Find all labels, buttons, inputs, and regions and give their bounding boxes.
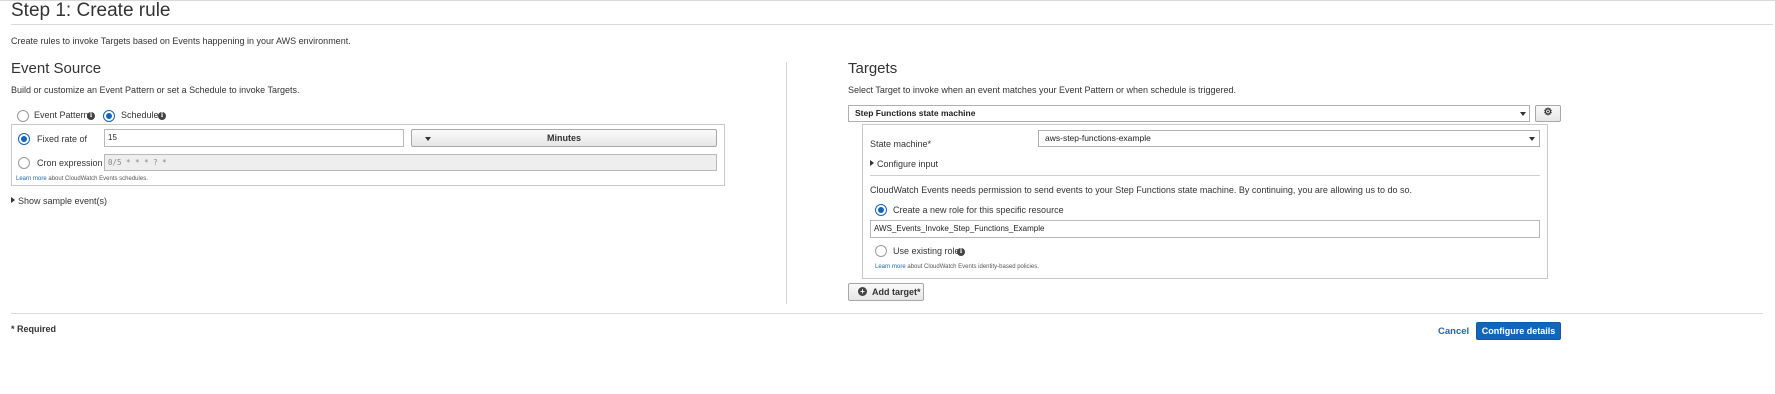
state-machine-label: State machine* bbox=[870, 139, 932, 149]
use-existing-role-info-icon[interactable]: i bbox=[957, 248, 965, 256]
add-target-button[interactable]: + Add target* bbox=[848, 283, 924, 301]
event-source-description: Build or customize an Event Pattern or s… bbox=[11, 85, 300, 95]
caret-down-icon bbox=[1529, 137, 1535, 141]
configure-input-label: Configure input bbox=[877, 159, 939, 169]
target-settings-button[interactable]: ⚙ bbox=[1535, 105, 1561, 122]
permission-text: CloudWatch Events needs permission to se… bbox=[870, 185, 1412, 195]
target-type-value: Step Functions state machine bbox=[855, 108, 976, 118]
fixed-rate-label[interactable]: Fixed rate of bbox=[37, 134, 87, 144]
policies-learn-more: Learn more about CloudWatch Events ident… bbox=[875, 264, 1039, 270]
top-border bbox=[0, 0, 1775, 1]
state-machine-value: aws-step-functions-example bbox=[1045, 133, 1151, 143]
configure-input-toggle[interactable]: Configure input bbox=[870, 159, 938, 169]
page-description: Create rules to invoke Targets based on … bbox=[11, 36, 351, 46]
cron-expression-input[interactable]: 0/5 * * * ? * bbox=[104, 154, 717, 171]
schedules-learn-more-text: about CloudWatch Events schedules. bbox=[48, 176, 148, 182]
page-title: Step 1: Create rule bbox=[11, 0, 171, 21]
show-sample-events-label: Show sample event(s) bbox=[18, 196, 108, 206]
gear-icon: ⚙ bbox=[1543, 107, 1553, 118]
policies-learn-more-link[interactable]: Learn more bbox=[875, 264, 906, 270]
state-machine-select[interactable]: aws-step-functions-example bbox=[1038, 130, 1540, 147]
caret-right-icon bbox=[870, 160, 874, 166]
targets-heading: Targets bbox=[848, 60, 898, 77]
caret-down-icon bbox=[1520, 112, 1526, 116]
cancel-button[interactable]: Cancel bbox=[1438, 326, 1469, 337]
schedules-learn-more-link[interactable]: Learn more bbox=[16, 176, 47, 182]
title-divider bbox=[11, 24, 1773, 25]
cron-expression-radio[interactable] bbox=[18, 157, 30, 169]
use-existing-role-radio[interactable] bbox=[875, 245, 887, 257]
footer-divider bbox=[11, 313, 1763, 314]
role-name-input[interactable]: AWS_Events_Invoke_Step_Functions_Example bbox=[870, 220, 1540, 238]
event-source-heading: Event Source bbox=[11, 60, 102, 77]
show-sample-events-toggle[interactable]: Show sample event(s) bbox=[11, 196, 107, 206]
configure-details-button[interactable]: Configure details bbox=[1476, 322, 1561, 340]
fixed-rate-input[interactable]: 15 bbox=[104, 129, 404, 147]
create-role-radio[interactable] bbox=[875, 204, 887, 216]
use-existing-role-label[interactable]: Use existing role bbox=[893, 246, 960, 256]
rate-unit-dropdown[interactable]: Minutes bbox=[411, 129, 717, 147]
event-pattern-label[interactable]: Event Pattern bbox=[34, 110, 89, 120]
schedule-label[interactable]: Schedule bbox=[121, 110, 159, 120]
plus-circle-icon: + bbox=[858, 287, 867, 296]
policies-learn-more-text: about CloudWatch Events identity-based p… bbox=[907, 264, 1039, 270]
schedule-info-icon[interactable]: i bbox=[158, 112, 166, 120]
schedules-learn-more: Learn more about CloudWatch Events sched… bbox=[16, 176, 148, 182]
event-pattern-info-icon[interactable]: i bbox=[87, 112, 95, 120]
permission-divider bbox=[870, 175, 1540, 176]
required-note: * Required bbox=[11, 324, 57, 334]
add-target-label: Add target* bbox=[872, 287, 921, 297]
column-divider bbox=[786, 62, 787, 304]
rate-unit-value: Minutes bbox=[546, 133, 581, 143]
create-role-label[interactable]: Create a new role for this specific reso… bbox=[893, 205, 1064, 215]
targets-description: Select Target to invoke when an event ma… bbox=[848, 85, 1237, 95]
event-pattern-radio[interactable] bbox=[17, 110, 29, 122]
fixed-rate-radio[interactable] bbox=[18, 133, 30, 145]
target-config-panel bbox=[862, 124, 1548, 279]
target-type-select[interactable]: Step Functions state machine bbox=[848, 105, 1530, 122]
caret-right-icon bbox=[11, 197, 15, 203]
schedule-radio[interactable] bbox=[103, 110, 115, 122]
cron-expression-label[interactable]: Cron expression bbox=[37, 158, 103, 168]
